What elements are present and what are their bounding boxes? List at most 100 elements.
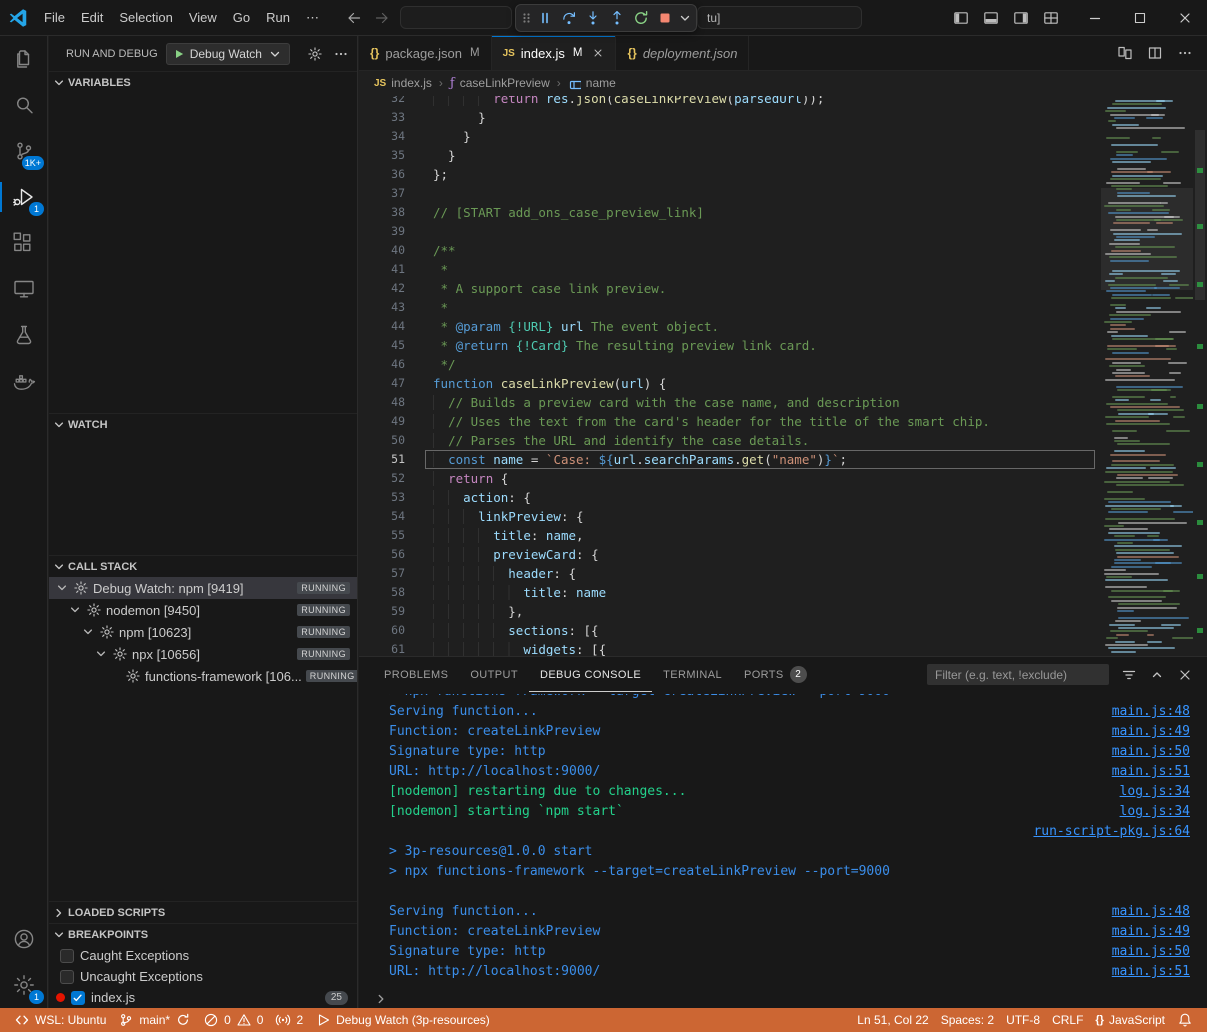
line-number[interactable]: 39	[359, 222, 405, 241]
code-line[interactable]: 48 // Builds a preview card with the cas…	[359, 393, 1207, 412]
line-number[interactable]: 61	[359, 640, 405, 656]
line-number[interactable]: 60	[359, 621, 405, 640]
line-number[interactable]: 51	[359, 450, 405, 469]
activity-explorer[interactable]	[0, 36, 47, 82]
activity-accounts[interactable]	[0, 916, 47, 962]
breadcrumb-item[interactable]: ƒcaseLinkPreview	[450, 76, 550, 91]
scrollbar-thumb[interactable]	[1195, 130, 1205, 300]
close-tab-icon[interactable]	[592, 47, 604, 59]
line-number[interactable]: 50	[359, 431, 405, 450]
code-line[interactable]: 54 linkPreview: {	[359, 507, 1207, 526]
maximize-button[interactable]	[1117, 0, 1162, 36]
layout-bottom-icon[interactable]	[983, 10, 999, 26]
debug-toolbar-chevron-icon[interactable]	[677, 10, 693, 26]
section-call-stack[interactable]: CALL STACK	[49, 555, 357, 577]
code-line[interactable]: 52 return {	[359, 469, 1207, 488]
panel-tab-problems[interactable]: PROBLEMS	[373, 657, 459, 692]
code-line[interactable]: 55 title: name,	[359, 526, 1207, 545]
breakpoint-row[interactable]: Uncaught Exceptions	[49, 966, 357, 987]
minimap[interactable]	[1101, 96, 1193, 656]
breakpoint-row[interactable]: index.js25	[49, 987, 357, 1008]
step-over-button[interactable]	[557, 6, 581, 30]
source-link[interactable]: run-script-pkg.js:64	[1033, 822, 1190, 842]
line-number[interactable]: 46	[359, 355, 405, 374]
line-number[interactable]: 42	[359, 279, 405, 298]
code-line[interactable]: 50 // Parses the URL and identify the ca…	[359, 431, 1207, 450]
breadcrumb-item[interactable]: name	[568, 76, 616, 90]
status-language[interactable]: {}JavaScript	[1089, 1009, 1171, 1031]
line-number[interactable]: 57	[359, 564, 405, 583]
close-panel-icon[interactable]	[1177, 667, 1193, 683]
section-breakpoints[interactable]: BREAKPOINTS	[49, 923, 357, 945]
line-number[interactable]: 53	[359, 488, 405, 507]
line-number[interactable]: 54	[359, 507, 405, 526]
code-line[interactable]: 37	[359, 184, 1207, 203]
line-number[interactable]: 34	[359, 127, 405, 146]
code-line[interactable]: 47function caseLinkPreview(url) {	[359, 374, 1207, 393]
window-title-box[interactable]: tu]	[697, 6, 862, 29]
debug-config-picker[interactable]: Debug Watch	[166, 43, 290, 65]
code-line[interactable]: 51 const name = `Case: ${url.searchParam…	[359, 450, 1207, 469]
section-variables[interactable]: VARIABLES	[49, 71, 357, 93]
code-line[interactable]: 42 * A support case link preview.	[359, 279, 1207, 298]
activity-settings[interactable]: 1	[0, 962, 47, 1008]
filter-icon[interactable]	[1121, 667, 1137, 683]
menu-go[interactable]: Go	[225, 7, 258, 29]
status-indentation[interactable]: Spaces: 2	[935, 1009, 1000, 1031]
sidebar-more-actions-icon[interactable]	[333, 46, 349, 62]
breakpoint-checkbox[interactable]	[71, 991, 85, 1005]
code-line[interactable]: 45 * @return {!Card} The resulting previ…	[359, 336, 1207, 355]
status-remote[interactable]: WSL: Ubuntu	[8, 1009, 112, 1031]
activity-docker[interactable]	[0, 358, 47, 404]
line-number[interactable]: 44	[359, 317, 405, 336]
breadcrumb-item[interactable]: JSindex.js	[374, 76, 432, 90]
code-line[interactable]: 58 title: name	[359, 583, 1207, 602]
activity-source-control[interactable]: 1K+	[0, 128, 47, 174]
line-number[interactable]: 40	[359, 241, 405, 260]
line-number[interactable]: 58	[359, 583, 405, 602]
section-watch[interactable]: WATCH	[49, 413, 357, 435]
call-stack-row[interactable]: npx [10656]RUNNING	[49, 643, 357, 665]
line-number[interactable]: 33	[359, 108, 405, 127]
tab-package-json[interactable]: {}package.jsonM	[359, 36, 492, 70]
restart-button[interactable]	[629, 6, 653, 30]
editor-scrollbar[interactable]	[1193, 96, 1207, 656]
source-link[interactable]: main.js:50	[1112, 742, 1190, 762]
code-line[interactable]: 61 widgets: [{	[359, 640, 1207, 656]
line-number[interactable]: 52	[359, 469, 405, 488]
code-line[interactable]: 53 action: {	[359, 488, 1207, 507]
menu-selection[interactable]: Selection	[111, 7, 180, 29]
code-line[interactable]: 36};	[359, 165, 1207, 184]
source-link[interactable]: main.js:49	[1112, 922, 1190, 942]
code-line[interactable]: 40/**	[359, 241, 1207, 260]
line-number[interactable]: 55	[359, 526, 405, 545]
forward-button[interactable]	[371, 7, 393, 29]
breakpoint-checkbox[interactable]	[60, 970, 74, 984]
source-link[interactable]: main.js:49	[1112, 722, 1190, 742]
drag-handle-icon[interactable]	[519, 10, 533, 26]
menu-file[interactable]: File	[36, 7, 73, 29]
status-debug[interactable]: Debug Watch (3p-resources)	[309, 1009, 496, 1031]
source-link[interactable]: main.js:48	[1112, 702, 1190, 722]
step-out-button[interactable]	[605, 6, 629, 30]
layout-grid-icon[interactable]	[1043, 10, 1059, 26]
activity-remote-explorer[interactable]	[0, 266, 47, 312]
chevron-down-icon[interactable]	[55, 582, 69, 594]
console-filter-input[interactable]	[927, 664, 1109, 685]
code-line[interactable]: 35 }	[359, 146, 1207, 165]
call-stack-row[interactable]: nodemon [9450]RUNNING	[49, 599, 357, 621]
line-number[interactable]: 47	[359, 374, 405, 393]
chevron-down-icon[interactable]	[94, 648, 108, 660]
code-line[interactable]: 49 // Uses the text from the card's head…	[359, 412, 1207, 431]
line-number[interactable]: 48	[359, 393, 405, 412]
code-line[interactable]: 32 return res.json(caseLinkPreview(parse…	[359, 96, 1207, 108]
menu-run[interactable]: Run	[258, 7, 298, 29]
tab-index-js[interactable]: JSindex.jsM	[492, 36, 617, 70]
panel-tab-output[interactable]: OUTPUT	[459, 657, 529, 692]
debug-console-input[interactable]	[373, 990, 1191, 1008]
line-number[interactable]: 35	[359, 146, 405, 165]
section-loaded-scripts[interactable]: LOADED SCRIPTS	[49, 901, 357, 923]
source-link[interactable]: main.js:51	[1112, 962, 1190, 982]
activity-extensions[interactable]	[0, 220, 47, 266]
split-editor-icon[interactable]	[1147, 45, 1163, 61]
